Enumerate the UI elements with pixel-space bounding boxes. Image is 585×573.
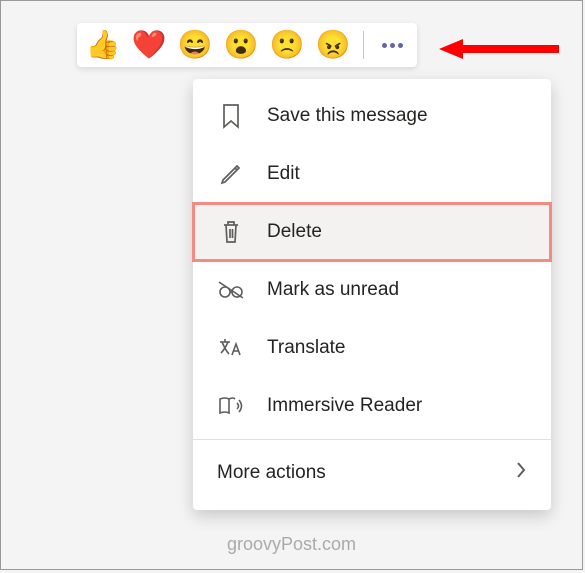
more-options-button[interactable] — [378, 43, 407, 48]
menu-item-translate[interactable]: Translate — [193, 319, 551, 377]
toolbar-divider — [363, 31, 364, 59]
menu-label-immersive: Immersive Reader — [267, 395, 422, 417]
menu-item-delete[interactable]: Delete — [193, 203, 551, 261]
reaction-toolbar: 👍 ❤️ 😄 😮 🙁 😠 — [77, 23, 417, 67]
menu-label-delete: Delete — [267, 221, 322, 243]
watermark-text: groovyPost.com — [1, 534, 582, 555]
menu-label-translate: Translate — [267, 337, 346, 359]
reaction-angry[interactable]: 😠 — [317, 29, 349, 61]
reaction-surprised[interactable]: 😮 — [225, 29, 257, 61]
menu-separator — [193, 439, 551, 440]
menu-item-edit[interactable]: Edit — [193, 145, 551, 203]
message-context-menu: Save this message Edit De — [193, 79, 551, 510]
menu-label-mark-unread: Mark as unread — [267, 279, 399, 301]
trash-icon — [217, 218, 245, 246]
reaction-laugh[interactable]: 😄 — [179, 29, 211, 61]
reaction-thumbs-up[interactable]: 👍 — [87, 29, 119, 61]
immersive-reader-icon — [217, 392, 245, 420]
translate-icon — [217, 334, 245, 362]
arrow-annotation — [439, 37, 569, 61]
reaction-heart[interactable]: ❤️ — [133, 29, 165, 61]
menu-item-more-actions[interactable]: More actions — [193, 444, 551, 502]
menu-item-immersive-reader[interactable]: Immersive Reader — [193, 377, 551, 435]
pencil-icon — [217, 160, 245, 188]
menu-label-more: More actions — [217, 462, 515, 484]
menu-label-edit: Edit — [267, 163, 300, 185]
glasses-off-icon — [217, 276, 245, 304]
bookmark-icon — [217, 102, 245, 130]
chevron-right-icon — [515, 461, 527, 485]
menu-item-mark-unread[interactable]: Mark as unread — [193, 261, 551, 319]
menu-item-save-message[interactable]: Save this message — [193, 87, 551, 145]
menu-label-save: Save this message — [267, 105, 428, 127]
reaction-sad[interactable]: 🙁 — [271, 29, 303, 61]
